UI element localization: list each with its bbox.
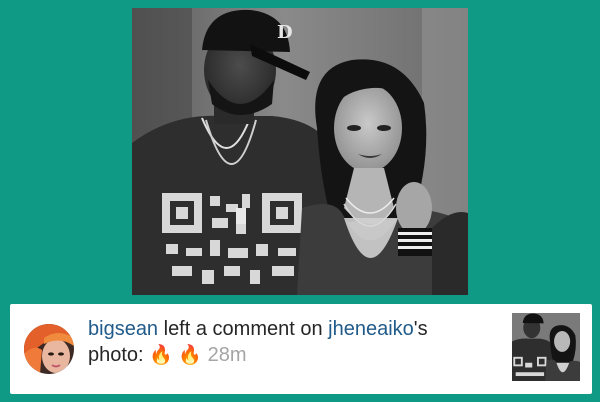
post-thumbnail[interactable] (512, 313, 580, 381)
timestamp: 28m (207, 344, 247, 366)
notification-message: bigsean left a comment on jheneaiko's pho… (88, 316, 488, 368)
message-text-end: photo: (88, 344, 150, 366)
possessive-text: 's (413, 318, 428, 340)
notification-card[interactable]: bigsean left a comment on jheneaiko's pho… (10, 304, 592, 394)
avatar[interactable] (24, 324, 74, 374)
cap-logo: D (277, 22, 293, 43)
target-username-link[interactable]: jheneaiko (328, 318, 414, 340)
fire-icon: 🔥 (149, 344, 173, 366)
actor-username-link[interactable]: bigsean (88, 318, 158, 340)
post-photo[interactable]: D (132, 8, 468, 295)
message-text-middle: left a comment on (158, 318, 329, 340)
fire-icon: 🔥 (178, 344, 203, 366)
